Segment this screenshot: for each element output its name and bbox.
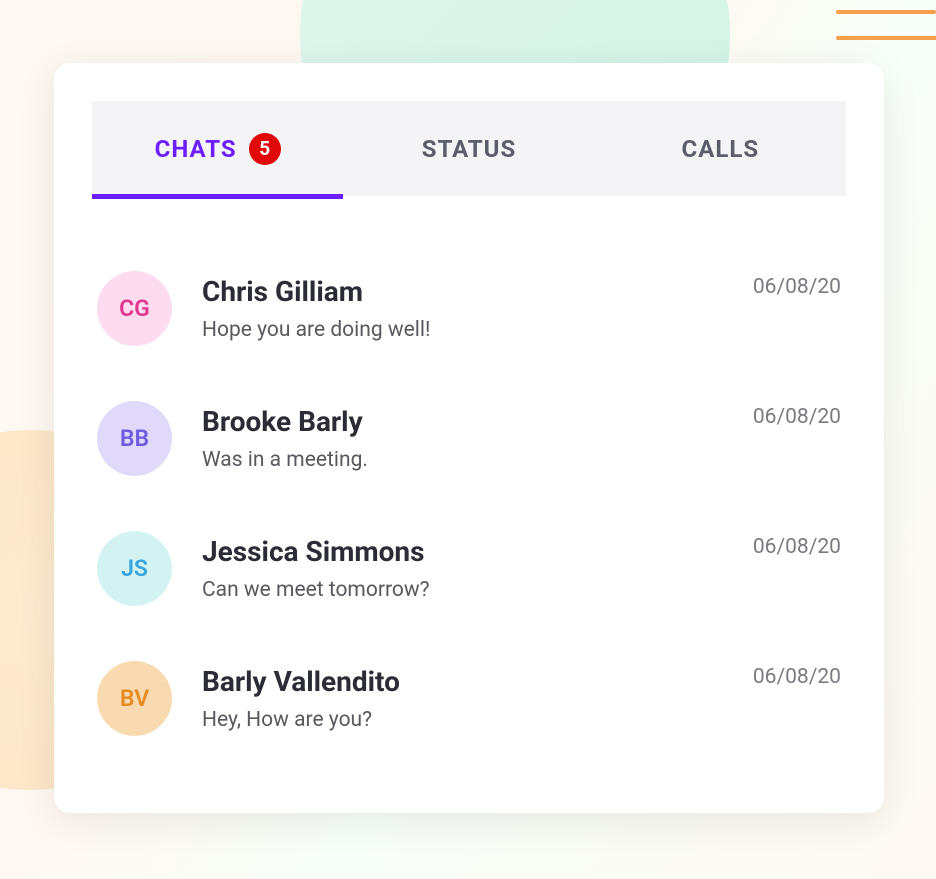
- avatar: CG: [97, 271, 172, 346]
- tab-status[interactable]: STATUS: [343, 101, 594, 196]
- chat-card: CHATS 5 STATUS CALLS CG Chris Gilliam Ho…: [54, 63, 884, 813]
- chat-date: 06/08/20: [753, 275, 841, 299]
- chat-body: Jessica Simmons Can we meet tomorrow?: [202, 535, 723, 602]
- unread-badge: 5: [249, 133, 281, 165]
- chat-list: CG Chris Gilliam Hope you are doing well…: [92, 271, 846, 736]
- chat-name: Brooke Barly: [202, 405, 723, 438]
- chat-preview: Can we meet tomorrow?: [202, 578, 723, 602]
- chat-body: Chris Gilliam Hope you are doing well!: [202, 275, 723, 342]
- chat-preview: Was in a meeting.: [202, 448, 723, 472]
- decorative-lines: [836, 10, 936, 40]
- chat-item[interactable]: BB Brooke Barly Was in a meeting. 06/08/…: [97, 401, 841, 476]
- tab-label: CALLS: [682, 135, 760, 163]
- chat-body: Barly Vallendito Hey, How are you?: [202, 665, 723, 732]
- chat-item[interactable]: BV Barly Vallendito Hey, How are you? 06…: [97, 661, 841, 736]
- avatar: BV: [97, 661, 172, 736]
- avatar: JS: [97, 531, 172, 606]
- tab-chats[interactable]: CHATS 5: [92, 101, 343, 196]
- avatar: BB: [97, 401, 172, 476]
- chat-preview: Hey, How are you?: [202, 708, 723, 732]
- chat-date: 06/08/20: [753, 405, 841, 429]
- chat-date: 06/08/20: [753, 665, 841, 689]
- chat-item[interactable]: CG Chris Gilliam Hope you are doing well…: [97, 271, 841, 346]
- chat-body: Brooke Barly Was in a meeting.: [202, 405, 723, 472]
- chat-name: Barly Vallendito: [202, 665, 723, 698]
- chat-item[interactable]: JS Jessica Simmons Can we meet tomorrow?…: [97, 531, 841, 606]
- chat-preview: Hope you are doing well!: [202, 318, 723, 342]
- chat-date: 06/08/20: [753, 535, 841, 559]
- tab-label: STATUS: [422, 135, 517, 163]
- chat-name: Chris Gilliam: [202, 275, 723, 308]
- tab-label: CHATS: [155, 135, 237, 163]
- tabs-bar: CHATS 5 STATUS CALLS: [92, 101, 846, 196]
- chat-name: Jessica Simmons: [202, 535, 723, 568]
- tab-calls[interactable]: CALLS: [595, 101, 846, 196]
